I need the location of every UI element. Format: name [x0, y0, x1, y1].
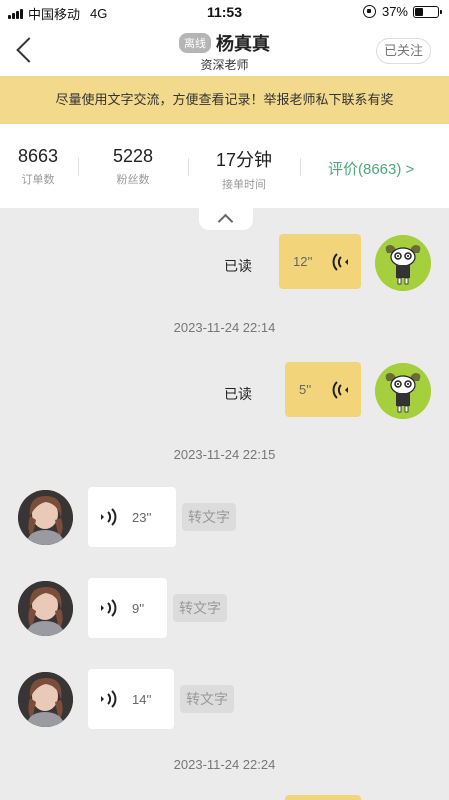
- status-badge: 离线: [179, 33, 211, 53]
- divider: [188, 158, 189, 176]
- stat-fans-label: 粉丝数: [116, 174, 150, 186]
- timestamp: 2023-11-24 22:14: [173, 320, 276, 335]
- sheep-avatar-icon: [375, 363, 431, 419]
- stat-fans: 5228 粉丝数: [108, 146, 158, 187]
- stat-fans-value: 5228: [112, 146, 154, 166]
- voice-wave-icon: [332, 381, 348, 399]
- battery-icon: [413, 5, 442, 18]
- voice-wave-icon: [101, 690, 117, 708]
- voice-wave-icon: [101, 508, 117, 526]
- convert-to-text-button[interactable]: 转文字: [180, 685, 234, 713]
- stat-orders-label: 订单数: [21, 174, 55, 186]
- teacher-name: 杨真真: [216, 34, 270, 54]
- voice-wave-icon: [332, 253, 348, 271]
- voice-message-sent[interactable]: 12'': [279, 234, 361, 289]
- my-avatar[interactable]: [375, 235, 431, 291]
- voice-wave-icon: [101, 599, 117, 617]
- teacher-avatar[interactable]: [18, 672, 73, 727]
- divider: [78, 158, 79, 176]
- voice-message-sent-partial[interactable]: [285, 795, 361, 800]
- teacher-photo-icon: [18, 672, 73, 727]
- teacher-photo-icon: [18, 581, 73, 636]
- convert-to-text-button[interactable]: 转文字: [182, 503, 236, 531]
- stat-orders: 8663 订单数: [14, 146, 62, 187]
- voice-message-received[interactable]: 23'': [88, 487, 176, 547]
- stat-response-value: 17分钟: [215, 150, 273, 170]
- stat-response: 17分钟 接单时间: [212, 146, 276, 192]
- notice-banner: 尽量使用文字交流，方便查看记录！举报老师私下联系有奖: [0, 76, 449, 124]
- voice-message-received[interactable]: 9'': [88, 578, 167, 638]
- chat-header: 离线 杨真真 资深老师 已关注: [0, 24, 449, 76]
- teacher-stats: 8663 订单数 5228 粉丝数 17分钟 接单时间 评价(8663) >: [0, 124, 449, 208]
- voice-duration: 23'': [132, 510, 152, 525]
- timestamp: 2023-11-24 22:15: [173, 447, 276, 462]
- stat-orders-value: 8663: [17, 146, 59, 166]
- teacher-avatar[interactable]: [18, 581, 73, 636]
- divider: [300, 158, 301, 176]
- teacher-avatar[interactable]: [18, 490, 73, 545]
- teacher-photo-icon: [18, 490, 73, 545]
- voice-duration: 14'': [132, 692, 152, 707]
- voice-duration: 12'': [293, 254, 313, 269]
- voice-duration: 5'': [299, 382, 312, 397]
- timestamp: 2023-11-24 22:24: [173, 757, 276, 772]
- status-bar-right: 37%: [362, 4, 442, 19]
- sheep-avatar-icon: [375, 235, 431, 291]
- voice-duration: 9'': [132, 601, 145, 616]
- battery-percent: 37%: [381, 4, 408, 19]
- orientation-lock-icon: [362, 5, 376, 18]
- follow-button[interactable]: 已关注: [375, 38, 431, 64]
- collapse-stats-button[interactable]: [199, 208, 253, 230]
- read-receipt: 已读: [224, 386, 252, 402]
- stat-response-label: 接单时间: [222, 179, 266, 191]
- read-receipt: 已读: [224, 258, 252, 274]
- voice-message-sent[interactable]: 5'': [285, 362, 361, 417]
- convert-to-text-button[interactable]: 转文字: [173, 594, 227, 622]
- status-bar: 中国移动 4G 11:53 37%: [0, 0, 449, 24]
- my-avatar[interactable]: [375, 363, 431, 419]
- voice-message-received[interactable]: 14'': [88, 669, 174, 729]
- rating-link[interactable]: 评价(8663) >: [328, 158, 414, 179]
